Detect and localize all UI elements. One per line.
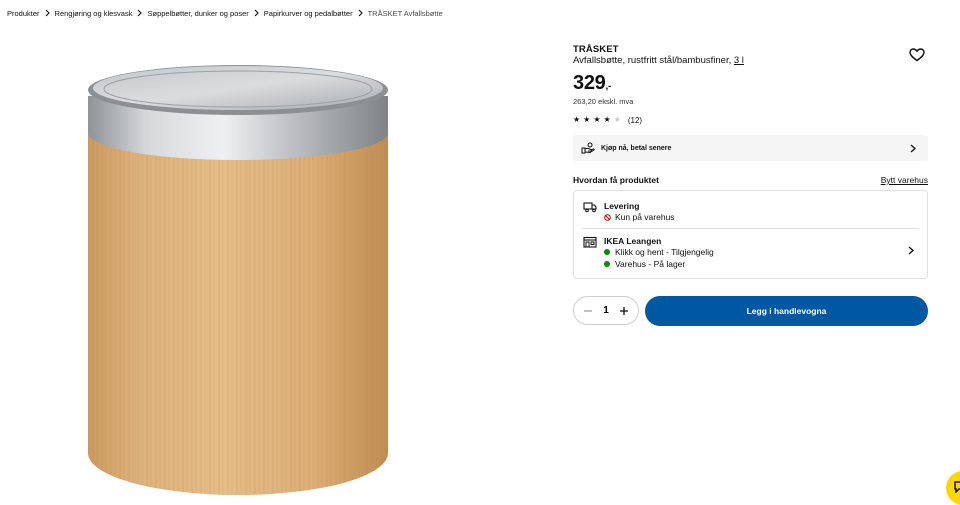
- chat-button[interactable]: [946, 471, 960, 505]
- product-name: TRÅSKET: [573, 44, 619, 55]
- in-store-text: Varehus - På lager: [615, 259, 686, 269]
- product-description: Avfallsbøtte, rustfritt stål/bambusfiner…: [573, 55, 744, 66]
- not-available-icon: [604, 213, 611, 221]
- product-image[interactable]: [55, 38, 425, 500]
- click-collect-text: Klikk og hent - Tilgjengelig: [615, 247, 714, 257]
- breadcrumb-current: TRÅSKET Avfallsbøtte: [367, 8, 443, 18]
- plus-icon[interactable]: [619, 306, 629, 316]
- breadcrumb: Produkter Rengjøring og klesvask Søppelb…: [7, 7, 443, 19]
- rating-count: (12): [627, 115, 643, 125]
- quantity-stepper: [573, 296, 639, 325]
- price-suffix: ,-: [605, 81, 611, 92]
- delivery-status: Kun på varehus: [604, 212, 675, 222]
- hand-money-icon: [581, 142, 595, 154]
- price-value: 329: [573, 72, 606, 94]
- chevron-right-icon: [45, 9, 50, 17]
- rating[interactable]: ★ ★ ★ ★ ★ (12): [573, 115, 642, 125]
- delivery-status-text: Kun på varehus: [615, 212, 675, 222]
- availability-card: Levering Kun på varehus IKEA Leangen Kli…: [573, 190, 928, 279]
- available-dot-icon: [604, 261, 610, 267]
- store-icon: [583, 236, 597, 248]
- star-icon: ★: [583, 115, 591, 124]
- store-name: IKEA Leangen: [604, 236, 662, 246]
- quantity-input[interactable]: [597, 305, 615, 316]
- buy-now-pay-later-banner[interactable]: Kjøp nå, betal senere: [573, 135, 928, 161]
- add-to-cart-button[interactable]: Legg i handlevogna: [645, 296, 928, 326]
- buy-now-pay-later-label: Kjøp nå, betal senere: [601, 144, 672, 152]
- minus-icon[interactable]: [583, 306, 593, 316]
- delivery-title: Levering: [604, 201, 640, 211]
- breadcrumb-item-produkter[interactable]: Produkter: [7, 9, 40, 18]
- chat-icon: [954, 481, 960, 493]
- chevron-right-icon[interactable]: [908, 246, 914, 255]
- change-store-link[interactable]: Bytt varehus: [881, 175, 928, 185]
- in-store-status: Varehus - På lager: [604, 259, 685, 269]
- fulfilment-header: Hvordan få produktet Bytt varehus: [573, 175, 928, 185]
- star-icon: ★: [593, 115, 601, 124]
- breadcrumb-item-papirkurver[interactable]: Papirkurver og pedalbøtter: [264, 9, 353, 18]
- chevron-right-icon: [910, 144, 916, 152]
- chevron-right-icon: [358, 9, 363, 17]
- truck-icon: [583, 202, 597, 213]
- star-empty-icon: ★: [613, 115, 621, 124]
- product-price: 329,-: [573, 72, 611, 95]
- size-link[interactable]: 3 l: [734, 55, 744, 66]
- star-rating: ★ ★ ★ ★ ★: [573, 115, 621, 125]
- breadcrumb-item-rengjoring[interactable]: Rengjøring og klesvask: [55, 9, 133, 18]
- chevron-right-icon: [138, 9, 143, 17]
- available-dot-icon: [604, 249, 610, 255]
- click-collect-status: Klikk og hent - Tilgjengelig: [604, 247, 714, 257]
- star-icon: ★: [573, 115, 581, 124]
- divider: [582, 228, 919, 229]
- chevron-right-icon: [254, 9, 259, 17]
- heart-icon[interactable]: [909, 48, 925, 62]
- fulfilment-title: Hvordan få produktet: [573, 175, 659, 185]
- breadcrumb-item-soppelbotter[interactable]: Søppelbøtter, dunker og poser: [147, 9, 248, 18]
- product-description-text: Avfallsbøtte, rustfritt stål/bambusfiner…: [573, 55, 734, 66]
- star-half-icon: ★: [603, 115, 611, 124]
- price-ex-vat: 263,20 ekskl. mva: [573, 97, 634, 106]
